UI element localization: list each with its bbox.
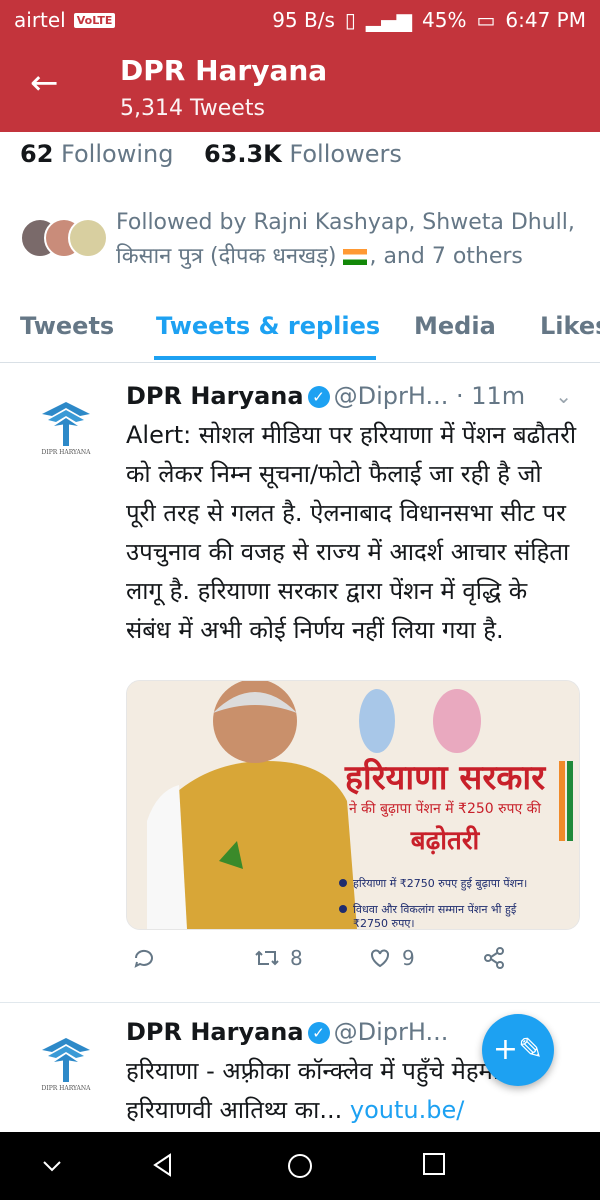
status-bar: airtel VoLTE 95 B/s ▯ ▂▄▆ 45% ▭ 6:47 PM (0, 0, 600, 40)
clock: 6:47 PM (505, 8, 586, 32)
home-circle-icon[interactable] (286, 1152, 314, 1180)
verified-badge-icon: ✓ (307, 1022, 330, 1044)
follower-avatars (20, 206, 108, 270)
follow-counts: 62 Following 63.3K Followers (20, 140, 402, 168)
tweet-menu-chevron-icon[interactable]: ⌄ (555, 384, 572, 408)
share-icon (484, 947, 504, 969)
network-speed: 95 B/s (272, 8, 335, 32)
system-navigation-bar (0, 1132, 600, 1200)
dipr-logo[interactable]: DIPR HARYANA (36, 1032, 96, 1102)
media-bullet-1: हरियाणा में ₹2750 रुपए हुई बुढ़ापा पेंशन… (353, 877, 527, 891)
volte-badge: VoLTE (73, 12, 116, 28)
followed-by-text: Followed by Rajni Kashyap, Shweta Dhull,… (116, 210, 575, 269)
tweet-media-image[interactable]: हरियाणा सरकार ने की बुढ़ापा पेंशन में ₹2… (126, 680, 580, 930)
verified-badge-icon: ✓ (307, 386, 330, 408)
battery-icon: ▭ (476, 8, 496, 32)
india-flag-icon (343, 249, 368, 265)
tweet-header: DPR Haryana ✓ @DiprH... · 11m (126, 382, 525, 410)
retweet-button[interactable]: 8 (254, 946, 303, 970)
profile-tabs: Tweets Tweets & replies Media Likes (0, 300, 600, 363)
reply-button[interactable] (132, 946, 156, 970)
tweet-actions: 8 9 (126, 946, 578, 986)
like-button[interactable]: 9 (368, 946, 415, 970)
battery-percent: 45% (422, 8, 467, 32)
profile-name: DPR Haryana (120, 54, 328, 87)
tweet-author-name: DPR Haryana (126, 382, 304, 410)
tweet-link[interactable]: youtu.be/ (350, 1096, 464, 1124)
tweet-handle: @DiprH... (333, 382, 449, 410)
tweet-handle: @DiprH... (333, 1018, 449, 1046)
followed-by[interactable]: Followed by Rajni Kashyap, Shweta Dhull,… (20, 206, 590, 274)
media-subline: ने की बुढ़ापा पेंशन में ₹250 रुपए की (349, 800, 541, 817)
dipr-logo[interactable]: DIPR HARYANA (36, 396, 96, 466)
tab-likes[interactable]: Likes (540, 312, 600, 340)
followers-link[interactable]: 63.3K Followers (204, 140, 402, 168)
tweet-header: DPR Haryana ✓ @DiprH... (126, 1018, 448, 1046)
active-tab-indicator (154, 356, 376, 360)
media-bullet-2-cont: ₹2750 रुपए। (353, 917, 415, 929)
feather-plus-icon: +✎ (492, 1032, 544, 1067)
logo-text: DIPR HARYANA (42, 1085, 92, 1092)
back-triangle-icon[interactable] (150, 1152, 176, 1178)
like-count: 9 (402, 946, 415, 970)
avatar (68, 218, 108, 258)
recents-square-icon[interactable] (422, 1152, 446, 1176)
back-arrow-icon[interactable]: ← (30, 66, 59, 100)
carrier-label: airtel (14, 8, 66, 32)
tab-tweets-replies[interactable]: Tweets & replies (156, 312, 380, 340)
following-link[interactable]: 62 Following (20, 140, 173, 168)
media-headline-2: बढ़ोतरी (410, 825, 481, 856)
vibrate-icon: ▯ (344, 8, 356, 32)
tweet-count: 5,314 Tweets (120, 96, 265, 121)
media-bullet-2: विधवा और विकलांग सम्मान पेंशन भी हुई (353, 903, 517, 917)
tweet[interactable]: DIPR HARYANA DPR Haryana ✓ @DiprH... · 11m… (0, 376, 600, 996)
tab-tweets[interactable]: Tweets (20, 312, 114, 340)
compose-tweet-button[interactable]: +✎ (482, 1014, 554, 1086)
tab-media[interactable]: Media (414, 312, 496, 340)
retweet-icon (255, 950, 279, 966)
logo-text: DIPR HARYANA (42, 449, 92, 456)
tweet-text: Alert: सोशल मीडिया पर हरियाणा में पेंशन … (126, 421, 577, 644)
reply-icon (134, 949, 153, 968)
share-button[interactable] (482, 946, 506, 970)
media-headline: हरियाणा सरकार (344, 757, 546, 798)
tweet-divider (0, 1002, 600, 1003)
signal-icon: ▂▄▆ (365, 8, 413, 32)
tweet-author-name: DPR Haryana (126, 1018, 304, 1046)
retweet-count: 8 (290, 946, 303, 970)
chevron-down-icon[interactable] (40, 1156, 64, 1176)
profile-header: ← DPR Haryana 5,314 Tweets (0, 40, 600, 132)
heart-icon (371, 949, 389, 968)
tweet-time: · 11m (456, 382, 526, 410)
